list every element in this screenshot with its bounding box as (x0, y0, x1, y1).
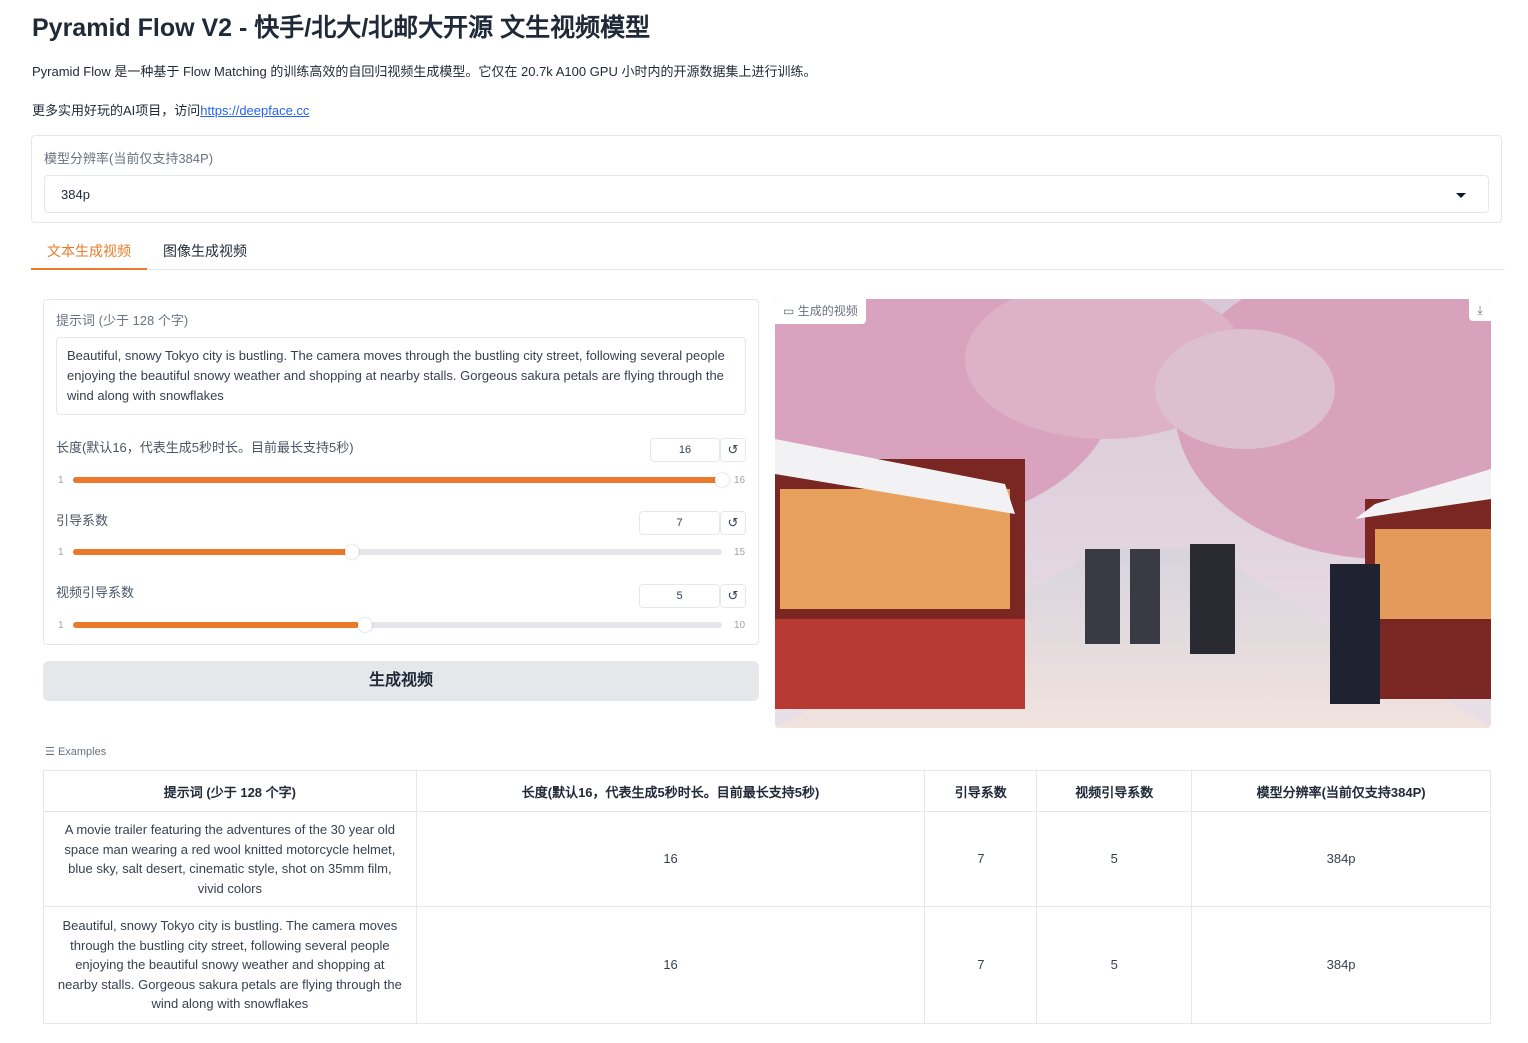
video-camera-icon: ▭ (783, 304, 795, 318)
table-cell: 384p (1191, 906, 1491, 1024)
page-title: Pyramid Flow V2 - 快手/北大/北邮大开源 文生视频模型 (32, 14, 651, 42)
more-projects-text: 更多实用好玩的AI项目，访问https://deepface.cc (32, 100, 309, 119)
download-icon[interactable]: ⤓ (1469, 299, 1491, 321)
guidance-label: 引导系数 (56, 513, 109, 528)
table-header-cell: 长度(默认16，代表生成5秒时长。目前最长支持5秒) (415, 770, 926, 812)
length-number-input[interactable]: 16 (650, 438, 720, 462)
length-slider-thumb[interactable] (715, 473, 729, 487)
examples-label-text: Examples (57, 746, 107, 758)
generate-video-button[interactable]: 生成视频 (43, 661, 759, 701)
input-panel: 提示词 (少于 128 个字) Beautiful, snowy Tokyo c… (43, 299, 759, 645)
chevron-down-icon (1456, 193, 1466, 198)
length-slider-fill (73, 477, 722, 483)
reset-icon: ↺ (727, 442, 739, 457)
examples-label: ☰ Examples (45, 745, 106, 758)
more-prefix: 更多实用好玩的AI项目，访问 (32, 103, 201, 118)
table-cell: A movie trailer featuring the adventures… (43, 811, 417, 907)
table-cell: 16 (415, 906, 926, 1024)
length-max: 16 (734, 475, 746, 486)
length-label: 长度(默认16，代表生成5秒时长。目前最长支持5秒) (56, 440, 354, 455)
video-guidance-min: 1 (58, 620, 64, 631)
video-guidance-reset-button[interactable]: ↺ (720, 584, 746, 608)
length-slider[interactable] (73, 473, 729, 487)
table-row[interactable]: Beautiful, snowy Tokyo city is bustling.… (43, 906, 1491, 1024)
guidance-min: 1 (58, 547, 64, 558)
prompt-label: 提示词 (少于 128 个字) (56, 313, 189, 328)
guidance-number-input[interactable]: 7 (639, 511, 720, 535)
guidance-max: 15 (734, 547, 746, 558)
resolution-dropdown[interactable]: 384p (44, 175, 1489, 213)
guidance-slider-fill (73, 549, 353, 555)
tab-bar: 文本生成视频 图像生成视频 (31, 234, 1505, 270)
table-header-cell: 视频引导系数 (1036, 770, 1193, 812)
generated-video-player[interactable]: ▭ 生成的视频 ⤓ (775, 299, 1491, 728)
video-guidance-number-input[interactable]: 5 (639, 584, 720, 608)
table-cell: 5 (1036, 811, 1193, 907)
examples-table: 提示词 (少于 128 个字) 长度(默认16，代表生成5秒时长。目前最长支持5… (43, 770, 1491, 1024)
resolution-value: 384p (61, 187, 90, 202)
video-guidance-slider[interactable] (73, 618, 722, 632)
resolution-panel: 模型分辨率(当前仅支持384P) 384p (31, 135, 1502, 223)
video-frame (775, 299, 1491, 728)
video-guidance-max: 10 (734, 620, 746, 631)
table-header-row: 提示词 (少于 128 个字) 长度(默认16，代表生成5秒时长。目前最长支持5… (43, 770, 1491, 812)
table-cell: 16 (415, 811, 926, 907)
table-cell: 384p (1191, 811, 1491, 907)
guidance-reset-button[interactable]: ↺ (720, 511, 746, 535)
page-description: Pyramid Flow 是一种基于 Flow Matching 的训练高效的自… (32, 64, 817, 79)
reset-icon: ↺ (727, 588, 739, 603)
video-label-text: 生成的视频 (797, 304, 858, 318)
resolution-label: 模型分辨率(当前仅支持384P) (44, 151, 214, 166)
table-cell: 7 (924, 811, 1038, 907)
tab-image-to-video[interactable]: 图像生成视频 (147, 234, 263, 268)
guidance-slider[interactable] (73, 545, 722, 559)
table-cell: Beautiful, snowy Tokyo city is bustling.… (43, 906, 417, 1024)
video-label: ▭ 生成的视频 (775, 299, 866, 324)
video-guidance-slider-thumb[interactable] (358, 618, 373, 632)
table-header-cell: 引导系数 (924, 770, 1038, 812)
reset-icon: ↺ (727, 515, 739, 530)
deepface-link[interactable]: https://deepface.cc (200, 103, 309, 118)
video-guidance-slider-fill (73, 622, 359, 628)
table-cell: 5 (1036, 906, 1193, 1024)
table-cell: 7 (924, 906, 1038, 1024)
list-icon: ☰ (45, 746, 55, 758)
guidance-slider-thumb[interactable] (345, 545, 360, 559)
prompt-textarea[interactable]: Beautiful, snowy Tokyo city is bustling.… (56, 337, 746, 415)
table-row[interactable]: A movie trailer featuring the adventures… (43, 811, 1491, 907)
video-guidance-label: 视频引导系数 (56, 585, 135, 600)
tab-text-to-video[interactable]: 文本生成视频 (31, 234, 147, 270)
length-reset-button[interactable]: ↺ (720, 438, 746, 462)
length-min: 1 (58, 475, 64, 486)
table-header-cell: 提示词 (少于 128 个字) (43, 770, 417, 812)
table-header-cell: 模型分辨率(当前仅支持384P) (1191, 770, 1491, 812)
